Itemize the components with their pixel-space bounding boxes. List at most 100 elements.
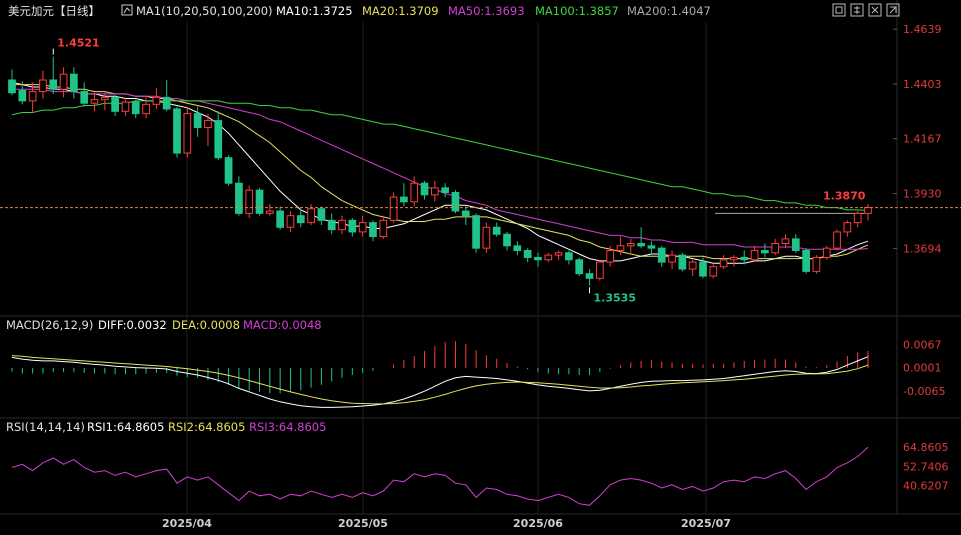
candle	[802, 248, 810, 274]
candle-body	[554, 252, 563, 256]
candle-body	[131, 101, 140, 115]
candle	[245, 185, 254, 219]
ma-toggle-icon[interactable]	[121, 4, 133, 16]
candle-body	[461, 210, 470, 217]
candle-body	[802, 249, 810, 272]
candle-body	[657, 247, 666, 263]
candle	[358, 215, 367, 237]
candle-body	[338, 219, 346, 231]
candle-body	[255, 189, 264, 214]
candle-body	[822, 247, 831, 258]
candle-body	[379, 219, 388, 238]
candle	[534, 252, 542, 267]
candle	[338, 215, 346, 235]
ma200-value: MA200:1.4047	[627, 4, 711, 18]
candle-body	[214, 120, 223, 159]
candle-body	[18, 89, 27, 102]
restore-icon[interactable]	[832, 3, 846, 17]
candle-body	[688, 261, 697, 270]
candle-body	[276, 210, 284, 228]
candle-body	[245, 189, 254, 214]
candle	[812, 255, 821, 274]
candle-body	[678, 254, 687, 270]
macd-pane	[11, 341, 869, 408]
candle	[80, 82, 89, 107]
candle	[482, 222, 491, 253]
candle-body	[668, 254, 676, 263]
candle-body	[606, 249, 615, 263]
candle-body	[575, 259, 584, 275]
candle-body	[730, 256, 738, 261]
candle	[317, 206, 326, 225]
candle	[709, 264, 718, 279]
ma100-line	[11, 100, 869, 212]
chart-canvas: 1.4639 1.4403 1.4167 1.3930 1.3694 2025/04 202…	[0, 0, 961, 530]
candle	[822, 245, 831, 260]
rsi-line	[11, 446, 869, 506]
candle-body	[843, 222, 852, 233]
candle-body	[637, 243, 645, 247]
candle	[513, 241, 522, 256]
candle-body	[49, 79, 58, 90]
close-icon[interactable]	[868, 3, 882, 17]
candle	[8, 69, 16, 96]
candle-body	[410, 182, 419, 203]
candle-body	[441, 187, 450, 193]
candle-body	[59, 73, 68, 90]
candle-body	[699, 261, 707, 277]
candle-body	[369, 222, 377, 238]
candle-body	[791, 238, 800, 251]
candle	[183, 106, 192, 158]
candle	[492, 222, 501, 237]
candle	[554, 250, 563, 260]
axis-ticks: 1.4639 1.4403 1.4167 1.3930 1.3694 2025/04 202…	[162, 23, 948, 530]
candle-body	[596, 261, 604, 279]
candle-body	[864, 207, 872, 214]
candle	[379, 215, 388, 239]
candle	[131, 99, 140, 119]
candle-body	[812, 256, 821, 272]
candle	[523, 248, 532, 263]
candle-body	[162, 96, 171, 110]
candle	[400, 183, 408, 207]
candle-body	[534, 256, 542, 261]
macd-value: MACD:0.0048	[243, 318, 322, 332]
macd-diff-value: DIFF:0.0032	[98, 318, 167, 332]
macd-dea-line	[11, 355, 869, 405]
candle-body	[740, 256, 749, 261]
ma50-line	[12, 88, 869, 250]
ma20-value: MA20:1.3709	[362, 4, 439, 18]
candle-body	[400, 196, 408, 203]
settings-icon[interactable]	[850, 3, 864, 17]
candle	[162, 79, 171, 112]
candle-body	[307, 208, 315, 224]
ma50-value: MA50:1.3693	[448, 4, 525, 18]
candle	[369, 220, 377, 242]
candle	[441, 183, 450, 198]
candle-body	[482, 226, 491, 249]
candle-body	[709, 266, 718, 277]
date-tick-label: 2025/05	[338, 517, 388, 530]
price-tick-label: 1.4639	[903, 23, 942, 36]
candle	[761, 243, 769, 258]
candle	[781, 234, 790, 249]
candle-body	[121, 101, 130, 112]
candle	[59, 67, 68, 98]
candle	[265, 204, 274, 216]
candle-body	[472, 215, 480, 249]
candle	[296, 208, 305, 228]
candle	[575, 257, 584, 277]
candle-body	[296, 215, 305, 224]
candle-body	[544, 254, 553, 261]
candlestick-series	[8, 56, 872, 286]
candle-body	[152, 96, 161, 105]
candle-body	[833, 231, 841, 249]
candle	[430, 180, 439, 202]
candle-body	[317, 208, 326, 221]
candle-body	[750, 249, 759, 261]
candle-body	[451, 191, 460, 212]
candle-body	[183, 113, 192, 154]
candle-body	[286, 215, 295, 228]
candle-body	[204, 120, 212, 129]
candle	[49, 56, 58, 94]
